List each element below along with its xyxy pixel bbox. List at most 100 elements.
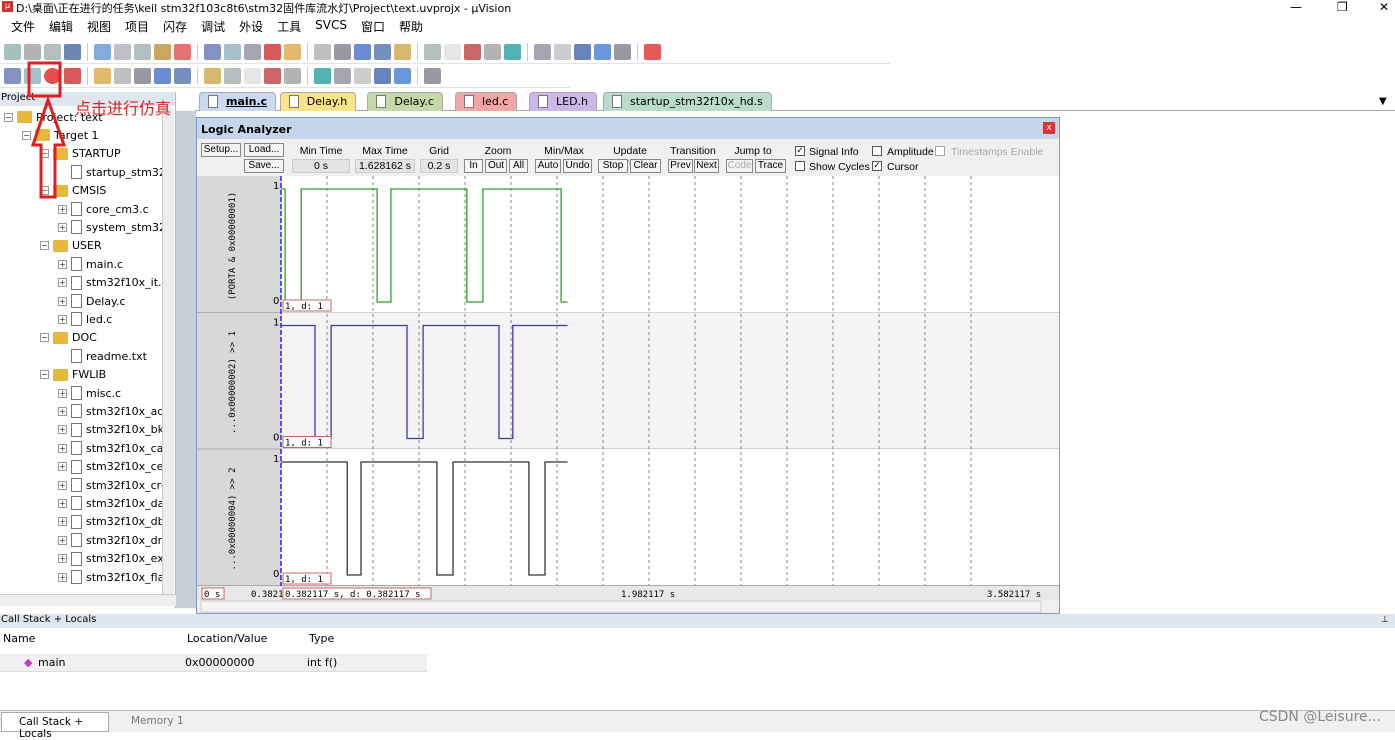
expand-icon[interactable]: +: [58, 406, 67, 416]
signal-info-checkbox[interactable]: ✓: [795, 146, 805, 156]
tree-item[interactable]: − FWLIB: [40, 366, 106, 384]
expand-icon[interactable]: +: [58, 572, 67, 582]
system-viewer-icon[interactable]: [394, 67, 411, 84]
expand-icon[interactable]: +: [58, 222, 67, 232]
horizontal-scrollbar[interactable]: [200, 600, 1042, 613]
bookmark-icon[interactable]: [244, 43, 261, 60]
config-wizard-icon[interactable]: [484, 43, 501, 60]
trace-button[interactable]: Trace: [755, 159, 786, 173]
bookmark-prev-icon[interactable]: [264, 43, 281, 60]
tree-item[interactable]: + stm32f10x_ce: [58, 458, 163, 476]
uncomment-icon[interactable]: [394, 43, 411, 60]
expand-icon[interactable]: +: [58, 314, 67, 324]
memory-window-icon[interactable]: [314, 67, 331, 84]
auto-button[interactable]: Auto: [535, 159, 561, 173]
expand-icon[interactable]: +: [58, 535, 67, 545]
cursor-checkbox[interactable]: ✓: [872, 161, 882, 171]
tree-item[interactable]: − DOC: [40, 329, 97, 347]
close-button[interactable]: ✕: [1379, 0, 1389, 14]
menu-item[interactable]: 工具: [270, 16, 308, 36]
toolbox-icon[interactable]: [424, 67, 441, 84]
amplitude-checkbox[interactable]: [872, 146, 882, 156]
tree-hscrollbar[interactable]: [0, 594, 176, 606]
stop-button[interactable]: Stop: [598, 159, 628, 173]
nav-forward-icon[interactable]: [224, 43, 241, 60]
zoom-in-button[interactable]: In: [464, 159, 483, 173]
breakpoint-disable-icon[interactable]: [554, 43, 571, 60]
signal-name[interactable]: ...0x00000002) >> 1: [228, 331, 238, 434]
tree-item[interactable]: + main.c: [58, 255, 123, 273]
menu-item[interactable]: 窗口: [354, 16, 392, 36]
table-row[interactable]: ◆ main 0x00000000 int f(): [0, 654, 427, 672]
load-button[interactable]: Load...: [244, 143, 284, 157]
expand-icon[interactable]: +: [58, 425, 67, 435]
tree-item[interactable]: + stm32f10x_fla: [58, 568, 164, 586]
tree-item[interactable]: + stm32f10x_ad: [58, 402, 164, 420]
maximize-button[interactable]: ❐: [1337, 0, 1348, 14]
tree-item[interactable]: +readme.txt: [58, 347, 147, 365]
expand-icon[interactable]: +: [58, 443, 67, 453]
dropdown-icon[interactable]: [444, 43, 461, 60]
tab-led-h[interactable]: LED.h: [529, 92, 598, 111]
call-stack-window-icon[interactable]: [264, 67, 281, 84]
unindent-icon[interactable]: [354, 43, 371, 60]
collapse-icon[interactable]: −: [40, 333, 49, 343]
tab-main-c[interactable]: main.c: [199, 92, 277, 111]
watch-window-icon[interactable]: [284, 67, 301, 84]
zoom-all-button[interactable]: All: [509, 159, 528, 173]
tree-item[interactable]: + misc.c: [58, 384, 121, 402]
window-layout-icon[interactable]: [614, 43, 631, 60]
tree-item[interactable]: + Delay.c: [58, 292, 126, 310]
bookmark-clear-icon[interactable]: [314, 43, 331, 60]
expand-icon[interactable]: +: [58, 259, 67, 269]
indent-icon[interactable]: [334, 43, 351, 60]
save-button[interactable]: Save...: [244, 159, 284, 173]
clear-button[interactable]: Clear: [630, 159, 661, 173]
find-in-files-icon[interactable]: [424, 43, 441, 60]
expand-icon[interactable]: +: [58, 517, 67, 527]
comment-icon[interactable]: [374, 43, 391, 60]
expand-icon[interactable]: +: [58, 480, 67, 490]
tree-item[interactable]: + stm32f10x_crc: [58, 476, 167, 494]
expand-icon[interactable]: +: [58, 388, 67, 398]
menu-item[interactable]: 外设: [232, 16, 270, 36]
tree-item[interactable]: + system_stm32: [58, 218, 166, 236]
tree-item[interactable]: − USER: [40, 237, 102, 255]
tools-icon[interactable]: [644, 43, 661, 60]
breakpoint-kill-all-icon[interactable]: [594, 43, 611, 60]
timestamps-checkbox[interactable]: [935, 146, 945, 156]
tree-item[interactable]: + stm32f10x_da: [58, 494, 164, 512]
next-button[interactable]: Next: [694, 159, 719, 173]
signal-name[interactable]: (PORTA & 0x00000001): [228, 192, 238, 300]
analysis-window-icon[interactable]: [354, 67, 371, 84]
menu-item[interactable]: SVCS: [308, 16, 354, 36]
waveform-plot[interactable]: (PORTA & 0x00000001) 1 0 1, d: 1 ...0x000000…: [197, 176, 1059, 613]
tree-item[interactable]: + stm32f10x_dm: [58, 531, 168, 549]
breakpoint-insert-icon[interactable]: [534, 43, 551, 60]
find-icon[interactable]: [464, 43, 481, 60]
bookmark-next-icon[interactable]: [284, 43, 301, 60]
serial-window-icon[interactable]: [334, 67, 351, 84]
expand-icon[interactable]: +: [58, 278, 67, 288]
minimize-button[interactable]: —: [1290, 0, 1302, 14]
tab-memory[interactable]: Memory 1: [115, 715, 184, 727]
tab-delay-c[interactable]: Delay.c: [367, 92, 443, 111]
symbols-window-icon[interactable]: [224, 67, 241, 84]
tree-item[interactable]: + stm32f10x_it.c: [58, 274, 168, 292]
tree-item[interactable]: + stm32f10x_ex: [58, 550, 164, 568]
nav-back-icon[interactable]: [204, 43, 221, 60]
expand-icon[interactable]: +: [58, 498, 67, 508]
tabs-dropdown-icon[interactable]: ▼: [1379, 96, 1387, 107]
tree-item[interactable]: + stm32f10x_bk: [58, 421, 164, 439]
tree-item[interactable]: + stm32f10x_db: [58, 513, 165, 531]
debug-session-icon[interactable]: [504, 43, 521, 60]
registers-window-icon[interactable]: [244, 67, 261, 84]
tab-call-stack[interactable]: Call Stack + Locals: [1, 712, 109, 740]
tab-delay-h[interactable]: Delay.h: [279, 92, 357, 111]
logic-analyzer-close-button[interactable]: x: [1043, 122, 1055, 134]
expand-icon[interactable]: +: [58, 554, 67, 564]
code-button[interactable]: Code: [726, 159, 753, 173]
undo-button[interactable]: Undo: [563, 159, 592, 173]
expand-icon[interactable]: +: [58, 462, 67, 472]
breakpoint-disable-all-icon[interactable]: [574, 43, 591, 60]
